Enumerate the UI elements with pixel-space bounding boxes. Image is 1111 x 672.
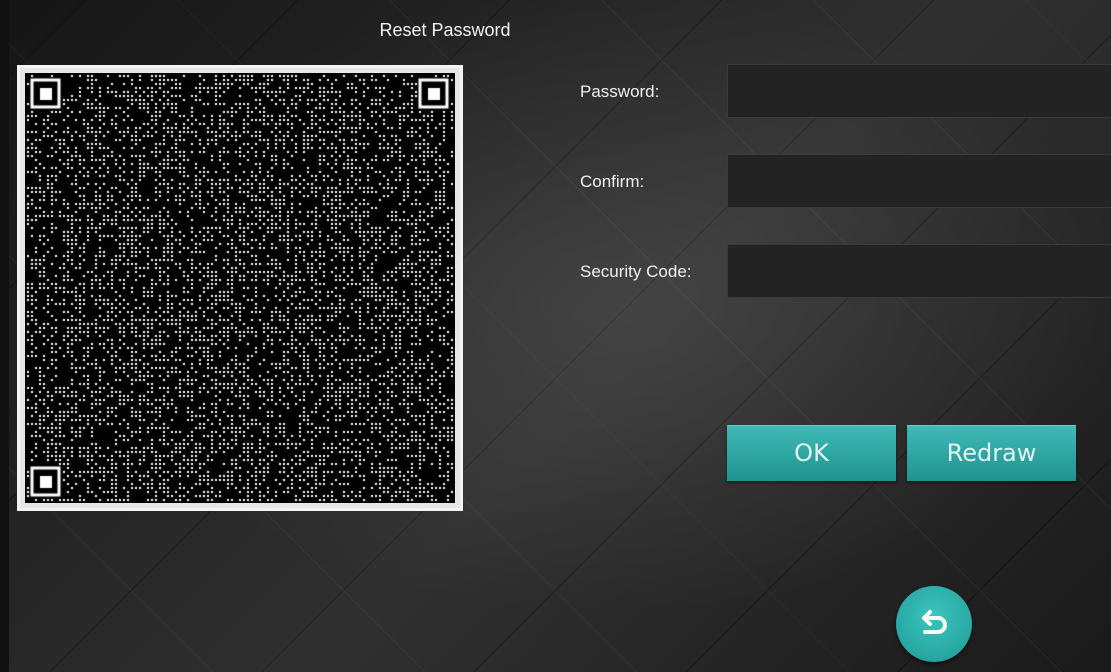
return-arrow-icon — [922, 610, 947, 634]
password-label: Password: — [580, 82, 660, 101]
security-code-field[interactable] — [727, 244, 1111, 298]
confirm-field[interactable] — [727, 154, 1111, 208]
page-title: Reset Password — [379, 20, 511, 40]
qr-code-frame — [17, 65, 463, 511]
redraw-button[interactable]: Redraw — [907, 425, 1076, 481]
back-button[interactable] — [896, 586, 972, 662]
security-code-label: Security Code: — [580, 262, 692, 281]
confirm-label: Confirm: — [580, 172, 645, 191]
ok-button[interactable]: OK — [727, 425, 896, 481]
qr-code-image — [25, 73, 455, 503]
screen-left-edge — [0, 0, 9, 672]
password-field[interactable] — [727, 64, 1111, 118]
